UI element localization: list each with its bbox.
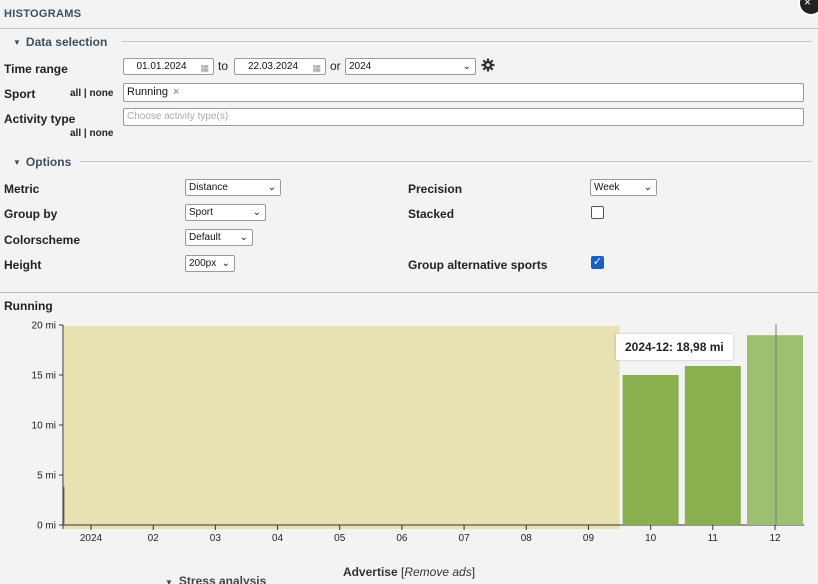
x-tick-label: 02 xyxy=(148,533,160,544)
gear-icon[interactable] xyxy=(481,58,495,75)
checkmark-icon: ✓ xyxy=(592,256,603,268)
x-tick-label: 03 xyxy=(210,533,222,544)
activity-type-input[interactable]: Choose activity type(s) xyxy=(123,108,804,126)
options-bottom-divider xyxy=(0,292,818,293)
calendar-icon: ▦ xyxy=(312,63,321,73)
colorscheme-label: Colorscheme xyxy=(4,233,81,247)
y-tick-label: 5 mi xyxy=(37,471,56,482)
y-tick-label: 0 mi xyxy=(37,521,56,532)
metric-label: Metric xyxy=(4,182,40,196)
chevron-down-icon: ⌄ xyxy=(267,182,276,193)
stacked-label: Stacked xyxy=(408,207,455,221)
height-label: Height xyxy=(4,258,42,272)
x-tick-label: 04 xyxy=(272,533,284,544)
histogram-bar xyxy=(684,366,741,525)
chevron-down-icon: ⌄ xyxy=(643,182,652,193)
collapse-triangle-icon: ▼ xyxy=(13,38,21,47)
chevron-down-icon: ⌄ xyxy=(462,61,471,72)
close-icon: × xyxy=(804,0,812,9)
time-range-label: Time range xyxy=(4,62,68,76)
y-tick-label: 10 mi xyxy=(32,421,56,432)
y-tick-label: 20 mi xyxy=(32,321,56,332)
x-tick-label: 06 xyxy=(396,533,408,544)
activity-all-none: all | none xyxy=(70,128,113,139)
section-divider xyxy=(122,41,812,42)
close-button[interactable]: × xyxy=(798,0,818,16)
sport-input[interactable]: Running × xyxy=(123,83,804,102)
chip-remove-icon[interactable]: × xyxy=(173,86,179,98)
activity-none-link[interactable]: none xyxy=(90,128,114,139)
highlight-region xyxy=(64,326,620,529)
advertise-link[interactable]: Advertise xyxy=(343,565,398,579)
x-tick-label: 09 xyxy=(583,533,595,544)
options-heading: Options xyxy=(25,155,72,169)
year-value: 2024 xyxy=(349,61,372,72)
precision-value: Week xyxy=(594,182,620,193)
metric-value: Distance xyxy=(189,182,228,193)
precision-select[interactable]: Week ⌄ xyxy=(590,179,657,196)
calendar-icon: ▦ xyxy=(200,63,209,73)
activity-type-label: Activity type xyxy=(4,112,76,126)
date-from-input[interactable]: 01.01.2024 ▦ xyxy=(123,58,214,75)
group-by-select[interactable]: Sport ⌄ xyxy=(185,204,266,221)
chart-tooltip: 2024-12: 18,98 mi xyxy=(616,334,733,360)
remove-ads-link[interactable]: Remove ads xyxy=(404,565,471,579)
group-alt-label: Group alternative sports xyxy=(408,258,548,272)
sport-none-link[interactable]: none xyxy=(90,88,114,99)
to-word: to xyxy=(218,59,229,73)
colorscheme-select[interactable]: Default ⌄ xyxy=(185,229,253,246)
sport-all-none: all | none xyxy=(70,88,113,99)
panel-title: HISTOGRAMS xyxy=(4,8,82,20)
chevron-down-icon: ⌄ xyxy=(239,232,248,243)
height-value: 200px xyxy=(189,258,217,269)
x-tick-label: 10 xyxy=(645,533,657,544)
colorscheme-value: Default xyxy=(189,232,221,243)
separator: | xyxy=(83,88,87,99)
date-to-input[interactable]: 22.03.2024 ▦ xyxy=(234,58,326,75)
chevron-down-icon: ⌄ xyxy=(221,258,230,269)
x-tick-label: 08 xyxy=(521,533,533,544)
data-selection-heading: Data selection xyxy=(25,35,108,49)
options-toggle[interactable]: ▼ Options xyxy=(13,155,71,169)
collapse-triangle-icon: ▼ xyxy=(13,158,21,167)
sport-chip: Running xyxy=(127,86,168,98)
x-tick-label: 2024 xyxy=(80,533,103,544)
title-divider xyxy=(0,28,818,29)
histogram-bar xyxy=(747,335,803,525)
data-selection-toggle[interactable]: ▼ Data selection xyxy=(13,35,107,49)
section-divider xyxy=(80,161,812,162)
x-tick-label: 07 xyxy=(459,533,471,544)
y-tick-label: 15 mi xyxy=(32,371,56,382)
date-to-value: 22.03.2024 xyxy=(247,61,299,72)
chevron-down-icon: ⌄ xyxy=(252,207,261,218)
stacked-checkbox[interactable] xyxy=(591,206,604,219)
year-select[interactable]: 2024 ⌄ xyxy=(345,58,476,75)
separator: | xyxy=(83,128,87,139)
or-word: or xyxy=(330,59,341,73)
height-select[interactable]: 200px ⌄ xyxy=(185,255,235,272)
metric-select[interactable]: Distance ⌄ xyxy=(185,179,281,196)
date-from-value: 01.01.2024 xyxy=(136,61,187,72)
histogram-bar xyxy=(622,375,679,525)
sport-all-link[interactable]: all xyxy=(70,88,81,99)
x-tick-label: 11 xyxy=(708,533,719,544)
sport-label: Sport xyxy=(4,87,36,101)
chart-title: Running xyxy=(4,299,53,313)
group-alt-checkbox[interactable]: ✓ xyxy=(591,256,604,269)
bracket-close: ] xyxy=(471,565,476,579)
group-by-value: Sport xyxy=(189,207,213,218)
precision-label: Precision xyxy=(408,182,463,196)
x-tick-label: 05 xyxy=(334,533,346,544)
advertise-line: Advertise [Remove ads] xyxy=(0,565,818,579)
group-by-label: Group by xyxy=(4,207,58,221)
activity-all-link[interactable]: all xyxy=(70,128,81,139)
x-tick-label: 12 xyxy=(769,533,781,544)
